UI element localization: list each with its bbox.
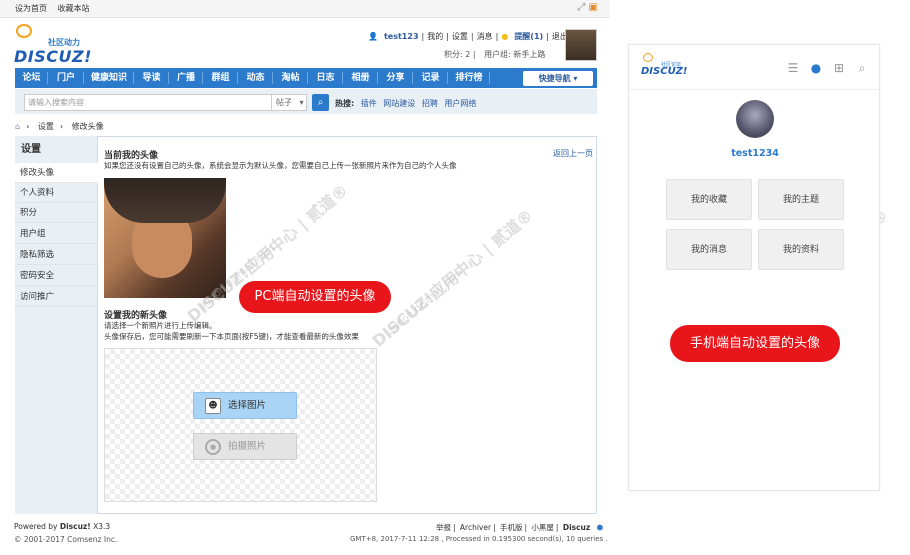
my-threads-button[interactable]: 我的主题 [758, 179, 844, 220]
current-avatar-image [104, 178, 226, 298]
nav-item[interactable]: 记录 [413, 68, 448, 88]
nav-item[interactable]: 群组 [203, 68, 238, 88]
my-messages-button[interactable]: 我的消息 [666, 229, 752, 270]
sidebar-item-privacy[interactable]: 隐私筛选 [15, 245, 98, 265]
chevron-down-icon: ▾ [299, 98, 304, 107]
search-icon[interactable]: ⌕ [855, 61, 869, 75]
sidebar-item-usergroup[interactable]: 用户组 [15, 224, 98, 244]
settings-link[interactable]: 设置 [452, 32, 468, 41]
sidebar-item-promotion[interactable]: 访问推广 [15, 287, 98, 307]
shield-icon: ⬢ [596, 523, 604, 532]
quick-nav-button[interactable]: 快捷导航 ▾ [523, 71, 593, 86]
upload-area [104, 348, 377, 502]
choose-image-button[interactable]: ☻ 选择图片 [193, 392, 297, 419]
mobile-username[interactable]: test1234 [700, 148, 810, 159]
usergroup-link[interactable]: 用户组: 新手上路 [484, 50, 545, 59]
my-menu[interactable]: 我的 [427, 32, 443, 41]
nav-item[interactable]: 日志 [308, 68, 343, 88]
powered-by: Powered by Discuz! X3.3 [14, 522, 111, 531]
footer-links: 举报 | Archiver | 手机版 | 小黑屋 | Discuz ⬢ [436, 523, 604, 532]
sidebar-item-points[interactable]: 积分 [15, 203, 98, 223]
avatar-hair-shape [104, 178, 226, 223]
breadcrumb: ⌂ › 设置 › 修改头像 [15, 122, 104, 131]
footer-link[interactable]: 小黑屋 [531, 523, 554, 532]
nav-item[interactable]: 动态 [238, 68, 273, 88]
my-profile-button[interactable]: 我的资料 [758, 229, 844, 270]
back-link[interactable]: 返回上一页 [553, 148, 593, 159]
remind-icon: ● [501, 32, 509, 41]
expand-icon[interactable]: ⤢ [577, 2, 585, 13]
breadcrumb-item[interactable]: 设置 [38, 122, 54, 131]
nav-item[interactable]: 论坛 [15, 68, 48, 88]
current-avatar-desc: 如果您还没有设置自己的头像，系统会显示为默认头像，您需要自己上传一张新照片来作为… [104, 161, 457, 170]
main-nav: 论坛 门户 健康知识 导读 广播 群组 动态 淘帖 日志 相册 分享 记录 排行… [15, 68, 597, 88]
footer-link[interactable]: 举报 [436, 523, 451, 532]
hot-label: 热搜: [335, 99, 355, 108]
footer-link[interactable]: Archiver [460, 523, 491, 532]
breadcrumb-item: 修改头像 [71, 122, 104, 131]
new-avatar-hint: 头像保存后，您可能需要刷新一下本页面(按F5键)，才能查看最新的头像效果 [104, 332, 359, 341]
nav-item[interactable]: 分享 [378, 68, 413, 88]
remind-link[interactable]: 提醒(1) [514, 32, 543, 41]
logo-bubble-icon [643, 53, 653, 62]
search-icon: ⌕ [317, 97, 324, 108]
hot-link[interactable]: 网站建设 [383, 99, 415, 108]
set-home-link[interactable]: 设为首页 [15, 4, 47, 13]
chevron-down-icon: ▾ [573, 74, 578, 83]
nav-item[interactable]: 导读 [134, 68, 169, 88]
theme-icon[interactable]: ▣ [589, 2, 598, 13]
nav-item[interactable]: 排行榜 [448, 68, 490, 88]
hot-link[interactable]: 招聘 [422, 99, 438, 108]
avatar[interactable] [565, 29, 597, 61]
list-icon[interactable]: ☰ [786, 61, 800, 75]
take-photo-button[interactable]: ● 拍摄照片 [193, 433, 297, 460]
top-bar: 设为首页 收藏本站 ⤢ ▣ [0, 0, 610, 18]
messages-link[interactable]: 消息 [477, 32, 493, 41]
search-button[interactable]: ⌕ [312, 94, 329, 111]
search-type-select[interactable]: 帖子 ▾ [272, 94, 307, 111]
sidebar-item-profile[interactable]: 个人资料 [15, 183, 98, 203]
grid-icon[interactable]: ⊞ [832, 61, 846, 75]
mobile-logo[interactable]: 社区论坛 DISCUZ! [641, 53, 701, 81]
user-area: 👤 test123 | 我的 | 设置 | 消息 | ● 提醒(1) | 退出 [368, 32, 568, 41]
points-link[interactable]: 积分: 2 [444, 50, 470, 59]
nav-item[interactable]: 淘帖 [273, 68, 308, 88]
footer-link[interactable]: Discuz [563, 523, 590, 532]
logo-bubble-icon [16, 24, 32, 38]
site-logo[interactable]: 社区动力 DISCUZ! [12, 24, 112, 66]
camera-icon: ● [205, 439, 221, 455]
mobile-annotation-label: 手机端自动设置的头像 [670, 325, 840, 362]
image-icon: ☻ [205, 398, 221, 414]
username-link[interactable]: test123 [384, 32, 419, 41]
nav-item[interactable]: 相册 [343, 68, 378, 88]
copyright: © 2001-2017 Comsenz Inc. [14, 535, 118, 544]
sidebar-item-avatar[interactable]: 修改头像 [15, 163, 98, 183]
hot-link[interactable]: 插件 [361, 99, 377, 108]
sidebar-item-password[interactable]: 密码安全 [15, 266, 98, 286]
hot-search: 热搜: 插件 网站建设 招聘 用户网络 [335, 98, 480, 109]
settings-sidebar: 设置 修改头像 个人资料 积分 用户组 隐私筛选 密码安全 访问推广 [15, 136, 98, 514]
bookmark-link[interactable]: 收藏本站 [58, 4, 90, 13]
nav-item[interactable]: 门户 [48, 68, 84, 88]
pc-annotation-label: PC端自动设置的头像 [239, 281, 391, 313]
my-favorites-button[interactable]: 我的收藏 [666, 179, 752, 220]
mobile-avatar[interactable] [736, 100, 774, 138]
search-input[interactable]: 请输入搜索内容 [24, 94, 272, 111]
user-stats: 积分: 2 | 用户组: 新手上路 [444, 50, 546, 59]
sidebar-title: 设置 [21, 144, 41, 155]
nav-item[interactable]: 健康知识 [84, 68, 134, 88]
hot-link[interactable]: 用户网络 [444, 99, 476, 108]
discuz-link[interactable]: Discuz! [60, 522, 91, 531]
home-icon[interactable]: ⌂ [15, 122, 20, 131]
footer-info: GMT+8, 2017-7-11 12:28 , Processed in 0.… [350, 535, 608, 543]
user-icon[interactable]: ● [809, 61, 823, 75]
user-icon: 👤 [368, 32, 378, 41]
nav-item[interactable]: 广播 [169, 68, 203, 88]
footer-link[interactable]: 手机版 [500, 523, 523, 532]
